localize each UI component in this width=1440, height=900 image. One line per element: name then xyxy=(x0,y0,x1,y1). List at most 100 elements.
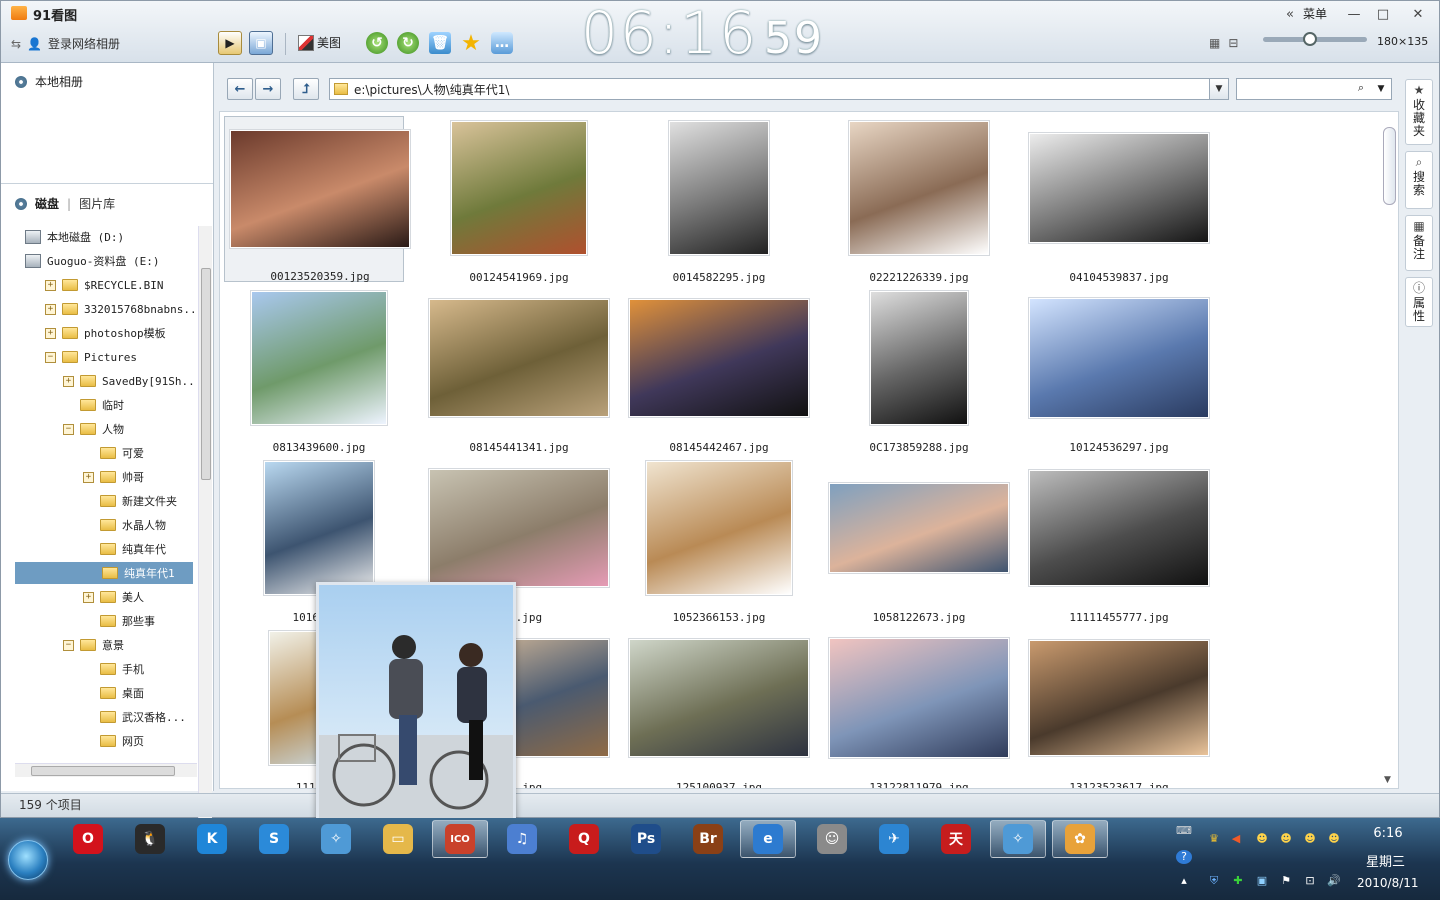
collapse-minus-icon[interactable]: − xyxy=(63,639,74,651)
tree-node[interactable]: 水晶人物 xyxy=(83,514,166,536)
up-folder-button[interactable]: ⮥ xyxy=(293,78,319,100)
meitu-button[interactable]: 美图 xyxy=(298,34,341,51)
taskbar-app[interactable]: ICO xyxy=(432,820,488,858)
tray-antivirus-icon[interactable]: ✚ xyxy=(1230,874,1246,888)
tree-node[interactable]: 纯真年代1 xyxy=(15,562,193,584)
thumbnail-item[interactable]: 08145441341.jpg xyxy=(424,286,609,454)
thumbnail-image[interactable] xyxy=(849,121,989,255)
tray-weekday[interactable]: 星期三 xyxy=(1366,851,1405,870)
tab-disk[interactable]: 磁盘 xyxy=(35,195,59,212)
thumbnail-item[interactable]: 04104539837.jpg xyxy=(1024,116,1209,284)
close-button[interactable]: ✕ xyxy=(1405,4,1431,24)
taskbar-app[interactable]: ♫ xyxy=(494,820,550,858)
back-button[interactable]: ← xyxy=(227,78,253,100)
tray-network-monitor-icon[interactable]: ▣ xyxy=(1254,874,1270,888)
thumbnail-image[interactable] xyxy=(1029,133,1209,243)
tray-speaker-icon[interactable]: 🔊 xyxy=(1326,874,1342,888)
tray-qq-3-icon[interactable]: ☻ xyxy=(1302,832,1318,846)
tree-node[interactable]: − Pictures xyxy=(45,346,137,368)
expand-plus-icon[interactable]: + xyxy=(83,591,94,603)
taskbar-app[interactable]: ☺ xyxy=(804,820,860,858)
rail-info-button[interactable]: ⓘ 属性 xyxy=(1405,277,1433,327)
taskbar-app[interactable]: ✿ xyxy=(1052,820,1108,858)
tree-node[interactable]: +332015768bnabns... xyxy=(45,298,195,320)
tree-node[interactable]: 本地磁盘 (D:) xyxy=(25,226,124,248)
thumbnail-image[interactable] xyxy=(230,130,410,248)
thumbnail-image[interactable] xyxy=(829,638,1009,758)
tray-network-icon[interactable]: ⊡ xyxy=(1302,874,1318,888)
taskbar-app[interactable]: O xyxy=(60,820,116,858)
rail-star-button[interactable]: ★ 收藏夹 xyxy=(1405,79,1433,145)
expand-plus-icon[interactable]: + xyxy=(45,327,56,339)
tree-node[interactable]: 手机 xyxy=(83,658,144,680)
tree-node[interactable]: 那些事 xyxy=(83,610,155,632)
start-button[interactable] xyxy=(8,840,48,880)
grid-view-icon[interactable]: ▦ xyxy=(1209,36,1220,50)
comment-icon[interactable]: … xyxy=(491,32,513,54)
tree-node[interactable]: 可爱 xyxy=(83,442,144,464)
tray-shield-icon[interactable]: ⛨ xyxy=(1206,874,1222,888)
thumbnail-item[interactable]: 08145442467.jpg xyxy=(624,286,809,454)
taskbar-app[interactable]: 🐧 xyxy=(122,820,178,858)
thumbnail-item[interactable]: 0813439600.jpg xyxy=(224,286,404,454)
tree-node[interactable]: 新建文件夹 xyxy=(83,490,177,512)
minimize-button[interactable]: — xyxy=(1341,4,1367,24)
thumbnail-item[interactable]: 13122811979.jpg xyxy=(824,626,1009,788)
tree-horizontal-scrollbar[interactable] xyxy=(15,763,197,777)
rail-search-button[interactable]: ⌕ 搜索 xyxy=(1405,151,1433,209)
tree-node[interactable]: 纯真年代 xyxy=(83,538,166,560)
collapse-minus-icon[interactable]: − xyxy=(45,351,56,363)
expand-plus-icon[interactable]: + xyxy=(45,303,56,315)
thumbnail-image[interactable] xyxy=(870,291,968,425)
tray-volume-app-icon[interactable]: ◀ xyxy=(1228,832,1244,846)
tree-node[interactable]: Guoguo-资料盘 (E:) xyxy=(25,250,159,272)
tray-qq-2-icon[interactable]: ☻ xyxy=(1278,832,1294,846)
tree-node[interactable]: − 人物 xyxy=(63,418,124,440)
taskbar-app[interactable]: Br xyxy=(680,820,736,858)
thumbnail-image[interactable] xyxy=(1029,470,1209,586)
grid-vertical-scrollbar[interactable]: ▼ xyxy=(1381,117,1397,785)
thumbnail-item[interactable]: 125100937.jpg xyxy=(624,626,809,788)
path-field[interactable]: e:\pictures\人物\纯真年代1\ xyxy=(329,78,1229,100)
tray-keyboard-icon[interactable]: ⌨ xyxy=(1176,824,1192,838)
taskbar-app[interactable]: 天 xyxy=(928,820,984,858)
thumbnail-image[interactable] xyxy=(646,461,792,595)
tree-node[interactable]: + 帅哥 xyxy=(83,466,144,488)
scroll-thumb[interactable] xyxy=(1383,127,1396,205)
taskbar-app[interactable]: e xyxy=(740,820,796,858)
forward-button[interactable]: → xyxy=(255,78,281,100)
thumbnail-size-slider[interactable] xyxy=(1263,32,1367,46)
taskbar-app[interactable]: ✧ xyxy=(308,820,364,858)
taskbar-app[interactable]: Q xyxy=(556,820,612,858)
expand-plus-icon[interactable]: + xyxy=(45,279,56,291)
thumbnail-image[interactable] xyxy=(429,299,609,417)
detail-view-icon[interactable]: ⊟ xyxy=(1228,36,1238,50)
taskbar-app[interactable]: K xyxy=(184,820,240,858)
slideshow-button[interactable]: ▣ xyxy=(249,31,273,55)
rail-notes-button[interactable]: ▦ 备注 xyxy=(1405,215,1433,271)
scroll-thumb[interactable] xyxy=(31,766,175,776)
collapse-button[interactable]: « xyxy=(1277,4,1303,24)
taskbar-app[interactable]: ✈ xyxy=(866,820,922,858)
expand-plus-icon[interactable]: + xyxy=(63,375,74,387)
tray-qq-4-icon[interactable]: ☻ xyxy=(1326,832,1342,846)
rotate-right-icon[interactable]: ↻ xyxy=(397,32,419,54)
taskbar-app[interactable]: ▭ xyxy=(370,820,426,858)
thumbnail-image[interactable] xyxy=(1029,640,1209,756)
tray-qq-icon[interactable]: ☻ xyxy=(1254,832,1270,846)
path-dropdown-button[interactable]: ▼ xyxy=(1209,78,1229,100)
taskbar-app[interactable]: ✧ xyxy=(990,820,1046,858)
search-input[interactable]: ⌕ ▼ xyxy=(1236,78,1392,100)
tray-expand-icon[interactable]: ▴ xyxy=(1176,874,1192,888)
tree-node[interactable]: 临时 xyxy=(63,394,124,416)
local-album-section[interactable]: 本地相册 xyxy=(15,73,83,90)
tree-node[interactable]: + photoshop模板 xyxy=(45,322,166,344)
open-folder-button[interactable]: ▶ xyxy=(218,31,242,55)
tree-node[interactable]: + SavedBy[91Sh... xyxy=(63,370,195,392)
tree-node[interactable]: 网页 xyxy=(83,730,144,752)
delete-icon[interactable]: 🗑 xyxy=(429,32,451,54)
search-options-icon[interactable]: ▼ xyxy=(1373,81,1389,97)
menu-button[interactable]: 菜单 xyxy=(1303,5,1327,22)
thumbnail-item[interactable]: 02221226339.jpg xyxy=(824,116,1004,284)
thumbnail-item[interactable]: 00123520359.jpg xyxy=(224,116,410,283)
